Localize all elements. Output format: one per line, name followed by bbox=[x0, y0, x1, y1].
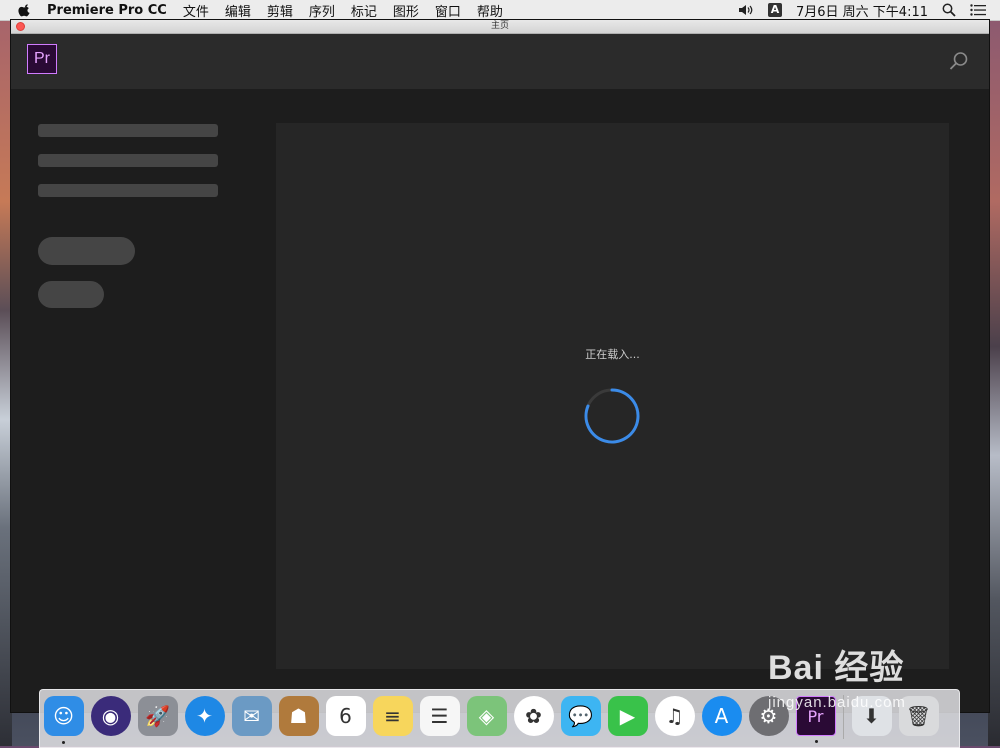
photos-glyph: ✿ bbox=[525, 704, 542, 728]
sidebar-placeholder-line bbox=[38, 184, 218, 197]
preview-glyph: ✉ bbox=[243, 704, 260, 728]
menu-sequence[interactable]: 序列 bbox=[309, 1, 335, 20]
itunes-icon[interactable]: ♫ bbox=[654, 696, 695, 736]
calendar-icon[interactable]: 6 bbox=[325, 696, 366, 736]
safari-icon[interactable]: ✦ bbox=[184, 696, 225, 736]
menu-edit[interactable]: 编辑 bbox=[225, 1, 251, 20]
apple-icon[interactable] bbox=[18, 3, 32, 17]
launchpad-glyph: 🚀 bbox=[145, 704, 170, 728]
contacts-glyph: ☗ bbox=[289, 704, 308, 728]
spotlight-search-icon[interactable] bbox=[942, 3, 956, 17]
sidebar-placeholder-button bbox=[38, 281, 104, 308]
trash-glyph: 🗑 bbox=[905, 704, 932, 728]
facetime-icon[interactable]: ▶ bbox=[607, 696, 648, 736]
finder-glyph: ☺ bbox=[53, 704, 74, 728]
reminders-glyph: ☰ bbox=[430, 704, 449, 728]
window-title: 主页 bbox=[490, 21, 509, 31]
menu-clock[interactable]: 7月6日 周六 下午4:11 bbox=[796, 1, 928, 20]
menu-window[interactable]: 窗口 bbox=[435, 1, 461, 20]
menu-file[interactable]: 文件 bbox=[183, 1, 209, 20]
launchpad-icon[interactable]: 🚀 bbox=[137, 696, 178, 736]
menu-graphics[interactable]: 图形 bbox=[393, 1, 419, 20]
calendar-glyph: 6 bbox=[339, 704, 352, 728]
siri-glyph: ◉ bbox=[101, 704, 120, 728]
running-indicator bbox=[814, 740, 818, 743]
sidebar-placeholder-button bbox=[38, 237, 135, 265]
safari-glyph: ✦ bbox=[196, 704, 213, 728]
facetime-glyph: ▶ bbox=[619, 704, 636, 728]
desktop-wallpaper-right bbox=[988, 20, 1000, 746]
finder-icon[interactable]: ☺ bbox=[43, 696, 84, 744]
photos-icon[interactable]: ✿ bbox=[513, 696, 554, 736]
app-store-icon[interactable]: A bbox=[701, 696, 742, 736]
window-close-button[interactable] bbox=[16, 22, 25, 31]
messages-icon[interactable]: 💬 bbox=[560, 696, 601, 736]
sidebar-placeholder-line bbox=[38, 154, 218, 167]
menu-help[interactable]: 帮助 bbox=[477, 1, 503, 20]
app-store-glyph: A bbox=[714, 704, 729, 728]
sidebar-placeholder-line bbox=[38, 124, 218, 137]
menu-markers[interactable]: 标记 bbox=[351, 1, 377, 20]
home-content: 正在载入... bbox=[11, 89, 989, 712]
watermark-url: jingyan.baidu.com bbox=[768, 694, 906, 711]
siri-icon[interactable]: ◉ bbox=[90, 696, 131, 736]
maps-icon[interactable]: ◈ bbox=[466, 696, 507, 736]
watermark-logo-text: Bai 经验 bbox=[768, 649, 905, 687]
preview-icon[interactable]: ✉ bbox=[231, 696, 272, 736]
loading-text: 正在载入... bbox=[585, 348, 640, 361]
maps-glyph: ◈ bbox=[478, 704, 495, 728]
itunes-glyph: ♫ bbox=[665, 704, 684, 728]
home-header: Pr bbox=[11, 34, 989, 89]
input-method-icon[interactable]: A bbox=[768, 3, 782, 17]
menu-clip[interactable]: 剪辑 bbox=[267, 1, 293, 20]
baidu-jingyan-watermark: Bai 经验 jingyan.baidu.com bbox=[768, 640, 905, 711]
premiere-home-window: 主页 Pr 正在载入... bbox=[11, 20, 989, 712]
notification-center-icon[interactable] bbox=[970, 4, 986, 16]
reminders-icon[interactable]: ☰ bbox=[419, 696, 460, 736]
main-loading-panel: 正在载入... bbox=[276, 123, 949, 669]
volume-icon[interactable] bbox=[738, 3, 754, 17]
window-titlebar[interactable]: 主页 bbox=[11, 20, 989, 34]
search-icon[interactable] bbox=[949, 51, 969, 71]
menu-app-name[interactable]: Premiere Pro CC bbox=[47, 3, 167, 18]
notes-icon[interactable]: ≡ bbox=[372, 696, 413, 736]
running-indicator bbox=[61, 741, 65, 744]
menu-bar: Premiere Pro CC 文件 编辑 剪辑 序列 标记 图形 窗口 帮助 … bbox=[0, 0, 1000, 21]
contacts-icon[interactable]: ☗ bbox=[278, 696, 319, 736]
premiere-logo: Pr bbox=[27, 44, 57, 74]
loading-spinner-icon bbox=[584, 388, 640, 444]
notes-glyph: ≡ bbox=[384, 704, 401, 728]
messages-glyph: 💬 bbox=[568, 704, 593, 728]
